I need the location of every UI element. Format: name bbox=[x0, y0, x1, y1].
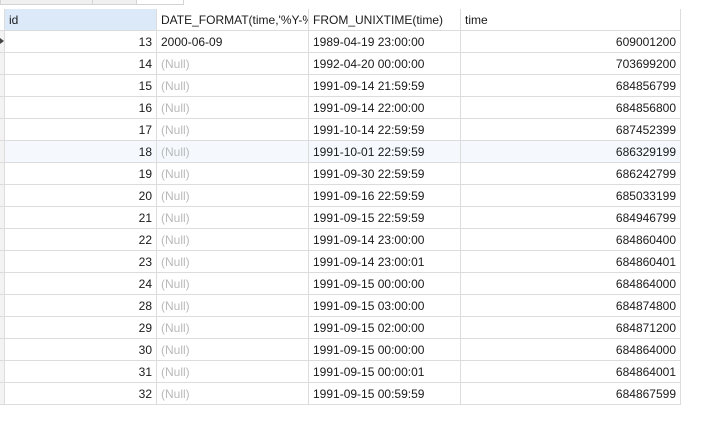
cell-from-unixtime[interactable]: 1991-09-15 03:00:00 bbox=[309, 295, 461, 317]
cell-time[interactable]: 703699200 bbox=[461, 53, 681, 75]
cell-date-format[interactable]: (Null) bbox=[157, 207, 309, 229]
column-header-id[interactable]: id bbox=[5, 9, 157, 31]
table-row[interactable]: 17 (Null) 1991-10-14 22:59:59 687452399 bbox=[0, 119, 681, 141]
cell-date-format[interactable]: (Null) bbox=[157, 119, 309, 141]
result-grid: id DATE_FORMAT(time,'%Y-% FROM_UNIXTIME(… bbox=[0, 9, 681, 405]
cell-from-unixtime[interactable]: 1989-04-19 23:00:00 bbox=[309, 31, 461, 53]
cell-id[interactable]: 20 bbox=[5, 185, 157, 207]
table-row[interactable]: 19 (Null) 1991-09-30 22:59:59 686242799 bbox=[0, 163, 681, 185]
table-row[interactable]: 13 2000-06-09 1989-04-19 23:00:00 609001… bbox=[0, 31, 681, 53]
cell-date-format[interactable]: (Null) bbox=[157, 163, 309, 185]
cell-date-format[interactable]: (Null) bbox=[157, 185, 309, 207]
table-row[interactable]: 16 (Null) 1991-09-14 22:00:00 684856800 bbox=[0, 97, 681, 119]
cell-date-format[interactable]: (Null) bbox=[157, 229, 309, 251]
table-row[interactable]: 23 (Null) 1991-09-14 23:00:01 684860401 bbox=[0, 251, 681, 273]
table-row[interactable]: 31 (Null) 1991-09-15 00:00:01 684864001 bbox=[0, 361, 681, 383]
cell-time[interactable]: 687452399 bbox=[461, 119, 681, 141]
cell-from-unixtime[interactable]: 1991-10-14 22:59:59 bbox=[309, 119, 461, 141]
cell-id[interactable]: 31 bbox=[5, 361, 157, 383]
tab-3[interactable] bbox=[136, 0, 184, 5]
cell-time[interactable]: 686242799 bbox=[461, 163, 681, 185]
cell-from-unixtime[interactable]: 1991-09-30 22:59:59 bbox=[309, 163, 461, 185]
cell-date-format[interactable]: (Null) bbox=[157, 317, 309, 339]
cell-time[interactable]: 684867599 bbox=[461, 383, 681, 405]
cell-id[interactable]: 23 bbox=[5, 251, 157, 273]
cell-date-format[interactable]: (Null) bbox=[157, 383, 309, 405]
column-header-from-unixtime[interactable]: FROM_UNIXTIME(time) bbox=[309, 9, 461, 31]
table-row[interactable]: 15 (Null) 1991-09-14 21:59:59 684856799 bbox=[0, 75, 681, 97]
cell-from-unixtime[interactable]: 1991-09-16 22:59:59 bbox=[309, 185, 461, 207]
table-row[interactable]: 20 (Null) 1991-09-16 22:59:59 685033199 bbox=[0, 185, 681, 207]
cell-from-unixtime[interactable]: 1991-09-15 22:59:59 bbox=[309, 207, 461, 229]
cell-from-unixtime[interactable]: 1991-09-15 02:00:00 bbox=[309, 317, 461, 339]
cell-time[interactable]: 684871200 bbox=[461, 317, 681, 339]
cell-time[interactable]: 684864001 bbox=[461, 361, 681, 383]
table-row[interactable]: 32 (Null) 1991-09-15 00:59:59 684867599 bbox=[0, 383, 681, 405]
table-row[interactable]: 21 (Null) 1991-09-15 22:59:59 684946799 bbox=[0, 207, 681, 229]
cell-time[interactable]: 684874800 bbox=[461, 295, 681, 317]
cell-id[interactable]: 17 bbox=[5, 119, 157, 141]
tab-2[interactable] bbox=[92, 0, 138, 5]
table-row[interactable]: 28 (Null) 1991-09-15 03:00:00 684874800 bbox=[0, 295, 681, 317]
tab-strip bbox=[0, 0, 724, 5]
cell-id[interactable]: 29 bbox=[5, 317, 157, 339]
cell-id[interactable]: 28 bbox=[5, 295, 157, 317]
cell-time[interactable]: 684856800 bbox=[461, 97, 681, 119]
cell-from-unixtime[interactable]: 1991-09-14 21:59:59 bbox=[309, 75, 461, 97]
table-row[interactable]: 24 (Null) 1991-09-15 00:00:00 684864000 bbox=[0, 273, 681, 295]
table-body: 13 2000-06-09 1989-04-19 23:00:00 609001… bbox=[0, 31, 681, 405]
cell-date-format[interactable]: (Null) bbox=[157, 75, 309, 97]
cell-id[interactable]: 16 bbox=[5, 97, 157, 119]
cell-from-unixtime[interactable]: 1991-09-14 22:00:00 bbox=[309, 97, 461, 119]
cell-time[interactable]: 684864000 bbox=[461, 273, 681, 295]
header-row: id DATE_FORMAT(time,'%Y-% FROM_UNIXTIME(… bbox=[0, 9, 681, 31]
cell-id[interactable]: 22 bbox=[5, 229, 157, 251]
cell-id[interactable]: 30 bbox=[5, 339, 157, 361]
cell-id[interactable]: 32 bbox=[5, 383, 157, 405]
cell-time[interactable]: 684864000 bbox=[461, 339, 681, 361]
table-row[interactable]: 18 (Null) 1991-10-01 22:59:59 686329199 bbox=[0, 141, 681, 163]
cell-from-unixtime[interactable]: 1991-09-14 23:00:00 bbox=[309, 229, 461, 251]
cell-time[interactable]: 686329199 bbox=[461, 141, 681, 163]
cell-from-unixtime[interactable]: 1991-09-14 23:00:01 bbox=[309, 251, 461, 273]
table-row[interactable]: 22 (Null) 1991-09-14 23:00:00 684860400 bbox=[0, 229, 681, 251]
column-header-time[interactable]: time bbox=[461, 9, 681, 31]
cell-from-unixtime[interactable]: 1991-09-15 00:00:01 bbox=[309, 361, 461, 383]
column-header-date-format[interactable]: DATE_FORMAT(time,'%Y-% bbox=[157, 9, 309, 31]
cell-date-format[interactable]: (Null) bbox=[157, 361, 309, 383]
cell-from-unixtime[interactable]: 1991-10-01 22:59:59 bbox=[309, 141, 461, 163]
cell-time[interactable]: 609001200 bbox=[461, 31, 681, 53]
table-row[interactable]: 30 (Null) 1991-09-15 00:00:00 684864000 bbox=[0, 339, 681, 361]
cell-date-format[interactable]: 2000-06-09 bbox=[157, 31, 309, 53]
cell-time[interactable]: 684860400 bbox=[461, 229, 681, 251]
cell-id[interactable]: 21 bbox=[5, 207, 157, 229]
cell-time[interactable]: 684946799 bbox=[461, 207, 681, 229]
cell-from-unixtime[interactable]: 1992-04-20 00:00:00 bbox=[309, 53, 461, 75]
cell-date-format[interactable]: (Null) bbox=[157, 141, 309, 163]
cell-date-format[interactable]: (Null) bbox=[157, 339, 309, 361]
cell-time[interactable]: 685033199 bbox=[461, 185, 681, 207]
cell-id[interactable]: 14 bbox=[5, 53, 157, 75]
table-row[interactable]: 14 (Null) 1992-04-20 00:00:00 703699200 bbox=[0, 53, 681, 75]
cell-id[interactable]: 19 bbox=[5, 163, 157, 185]
cell-date-format[interactable]: (Null) bbox=[157, 295, 309, 317]
cell-id[interactable]: 15 bbox=[5, 75, 157, 97]
cell-date-format[interactable]: (Null) bbox=[157, 273, 309, 295]
cell-id[interactable]: 13 bbox=[5, 31, 157, 53]
cell-id[interactable]: 18 bbox=[5, 141, 157, 163]
cell-time[interactable]: 684856799 bbox=[461, 75, 681, 97]
cell-from-unixtime[interactable]: 1991-09-15 00:00:00 bbox=[309, 339, 461, 361]
table-row[interactable]: 29 (Null) 1991-09-15 02:00:00 684871200 bbox=[0, 317, 681, 339]
cell-id[interactable]: 24 bbox=[5, 273, 157, 295]
cell-date-format[interactable]: (Null) bbox=[157, 97, 309, 119]
cell-date-format[interactable]: (Null) bbox=[157, 251, 309, 273]
cell-time[interactable]: 684860401 bbox=[461, 251, 681, 273]
cell-from-unixtime[interactable]: 1991-09-15 00:00:00 bbox=[309, 273, 461, 295]
cell-date-format[interactable]: (Null) bbox=[157, 53, 309, 75]
current-row-arrow-icon bbox=[0, 38, 4, 44]
tab-1[interactable] bbox=[0, 0, 94, 5]
cell-from-unixtime[interactable]: 1991-09-15 00:59:59 bbox=[309, 383, 461, 405]
